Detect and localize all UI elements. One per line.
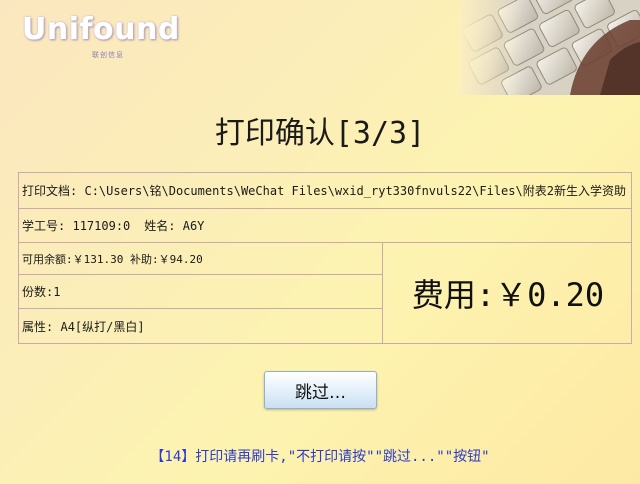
attr-label: 属性: xyxy=(22,319,54,334)
fee-value: ￥0.20 xyxy=(495,276,605,314)
subsidy-value: ￥94.20 xyxy=(158,252,203,266)
file-row: 打印文档: C:\Users\铭\Documents\WeChat Files\… xyxy=(19,173,631,209)
attributes-row: 属性: A4[纵打/黑白] xyxy=(19,309,383,343)
attr-value: A4[纵打/黑白] xyxy=(60,319,145,334)
fee-label: 费用: xyxy=(411,276,496,314)
copies-value: 1 xyxy=(53,284,61,299)
unifound-logo: Unifound 联创信息 xyxy=(22,12,179,62)
copies-label: 份数: xyxy=(22,285,54,299)
file-path: C:\Users\铭\Documents\WeChat Files\wxid_r… xyxy=(84,184,626,198)
file-label: 打印文档: xyxy=(22,184,78,198)
balance-row: 可用余额: ￥131.30 补助: ￥94.20 xyxy=(19,243,383,275)
hint-message: 【14】打印请再刷卡,"不打印请按""跳过...""按钮" xyxy=(150,449,490,465)
student-id-value: 117109:0 xyxy=(72,218,131,233)
print-details-panel: 打印文档: C:\Users\铭\Documents\WeChat Files\… xyxy=(18,172,632,344)
balance-value: ￥131.30 xyxy=(72,252,124,266)
logo-wordmark: Unifound xyxy=(22,12,180,47)
skip-button[interactable]: 跳过… xyxy=(264,371,377,409)
name-value: A6Y xyxy=(182,218,205,233)
page-title: 打印确认[3/3] xyxy=(214,116,426,151)
logo-tagline: 联创信息 xyxy=(92,51,124,59)
balance-label: 可用余额: xyxy=(22,252,73,266)
subsidy-label: 补助: xyxy=(130,252,159,266)
student-row: 学工号: 117109:0 姓名: A6Y xyxy=(19,209,631,243)
name-label: 姓名: xyxy=(144,219,176,233)
fee-display: 费用: ￥0.20 xyxy=(385,243,631,343)
copies-row: 份数: 1 xyxy=(19,275,383,309)
student-id-label: 学工号: xyxy=(22,219,66,233)
keyboard-illustration xyxy=(460,0,640,95)
